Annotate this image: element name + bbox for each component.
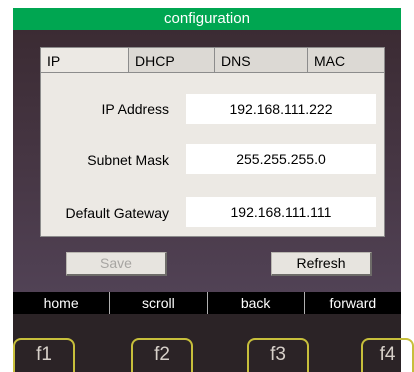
save-button[interactable]: Save <box>66 252 167 276</box>
f3-key[interactable]: f3 <box>247 338 309 372</box>
window-title: configuration <box>13 8 401 30</box>
nav-bar: home scroll back forward <box>13 292 401 314</box>
nav-forward[interactable]: forward <box>305 292 401 314</box>
refresh-button[interactable]: Refresh <box>271 252 372 276</box>
tab-mac[interactable]: MAC <box>307 47 385 73</box>
nav-scroll[interactable]: scroll <box>110 292 208 314</box>
f2-key[interactable]: f2 <box>131 338 193 372</box>
nav-home[interactable]: home <box>13 292 111 314</box>
tab-ip[interactable]: IP <box>40 47 129 75</box>
subnet-mask-field[interactable]: 255.255.255.0 <box>186 144 376 174</box>
default-gateway-label: Default Gateway <box>65 205 170 221</box>
f1-key[interactable]: f1 <box>13 338 75 372</box>
tab-dns[interactable]: DNS <box>214 47 308 73</box>
nav-back[interactable]: back <box>208 292 305 314</box>
f4-key[interactable]: f4 <box>361 338 414 372</box>
device-screen: configuration IP DHCP DNS MAC IP Address… <box>0 0 414 372</box>
default-gateway-field[interactable]: 192.168.111.111 <box>186 197 376 227</box>
ip-address-field[interactable]: 192.168.111.222 <box>186 94 376 124</box>
tab-dhcp[interactable]: DHCP <box>128 47 215 73</box>
ip-address-label: IP Address <box>101 101 169 117</box>
subnet-mask-label: Subnet Mask <box>87 152 169 168</box>
